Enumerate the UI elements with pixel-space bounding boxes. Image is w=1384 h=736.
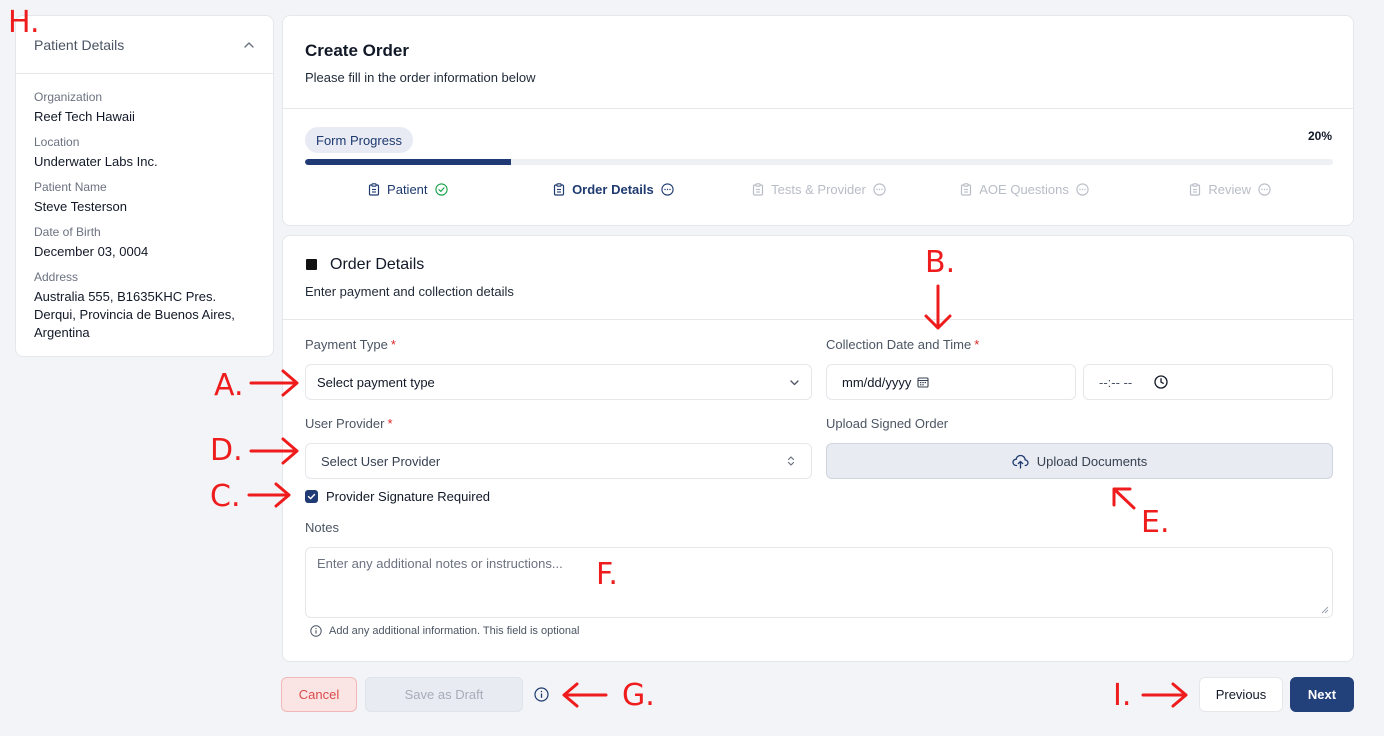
annotation-label-d: D. xyxy=(210,433,243,468)
annotation-arrow-c xyxy=(247,482,291,508)
annotation-arrows-overlay xyxy=(247,284,1188,708)
annotation-arrow-e xyxy=(1112,487,1136,510)
annotation-label-e: E. xyxy=(1141,505,1170,540)
annotation-label-i: I. xyxy=(1113,678,1132,713)
annotation-arrow-g xyxy=(562,682,608,708)
annotation-label-h: H. xyxy=(8,5,40,40)
annotation-label-b: B. xyxy=(925,245,956,280)
annotation-label-f: F. xyxy=(596,557,618,592)
annotation-arrow-b xyxy=(924,284,952,330)
annotation-arrow-d xyxy=(249,437,299,465)
annotation-label-g: G. xyxy=(622,678,655,713)
annotation-arrow-a xyxy=(249,369,299,397)
annotation-arrow-i xyxy=(1141,682,1188,708)
annotation-label-a: A. xyxy=(214,368,244,403)
annotation-label-c: C. xyxy=(210,479,241,514)
